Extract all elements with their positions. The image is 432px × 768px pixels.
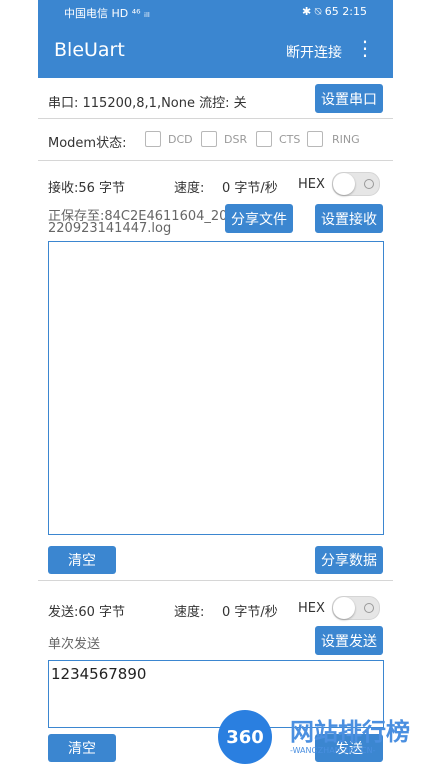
- cts-checkbox[interactable]: [256, 131, 272, 147]
- dcd-checkbox[interactable]: [145, 131, 161, 147]
- system-status: ✱ ⍉ 65 2:15: [301, 5, 367, 18]
- send-clear-button[interactable]: 清空: [48, 734, 116, 762]
- share-data-button[interactable]: 分享数据: [315, 546, 383, 574]
- toggle-off-icon: [364, 179, 374, 189]
- receive-count: 接收:56 字节: [48, 181, 126, 196]
- more-options-icon[interactable]: ⋮: [355, 38, 375, 58]
- set-serial-button[interactable]: 设置串口: [315, 84, 383, 113]
- disconnect-button[interactable]: 断开连接: [286, 42, 342, 62]
- watermark-url: -WANGZHAN 360.CN-: [290, 746, 376, 755]
- send-speed-value: 0 字节/秒: [222, 605, 278, 620]
- receive-speed-label: 速度:: [174, 181, 205, 196]
- app-screen: 中国电信 HD ⁴⁶ ᵢₗₗ ✱ ⍉ 65 2:15 BleUart 断开连接 …: [38, 0, 393, 768]
- ring-label: RING: [332, 133, 360, 146]
- save-path-line2: 220923141447.log: [48, 221, 172, 236]
- ring-checkbox[interactable]: [307, 131, 323, 147]
- receive-clear-button[interactable]: 清空: [48, 546, 116, 574]
- carrier-status: 中国电信 HD ⁴⁶ ᵢₗₗ: [64, 7, 150, 20]
- divider: [38, 160, 393, 161]
- dcd-label: DCD: [168, 133, 193, 146]
- watermark-text: 网站排行榜: [290, 718, 410, 746]
- send-input-value: 1234567890: [51, 665, 147, 683]
- receive-hex-label: HEX: [298, 177, 325, 192]
- share-file-button[interactable]: 分享文件: [225, 204, 293, 233]
- send-hex-toggle[interactable]: [332, 596, 380, 620]
- receive-settings-button[interactable]: 设置接收: [315, 204, 383, 233]
- dsr-checkbox[interactable]: [201, 131, 217, 147]
- send-mode-label: 单次发送: [48, 637, 101, 652]
- send-count: 发送:60 字节: [48, 605, 126, 620]
- watermark-logo: 360: [218, 710, 272, 764]
- divider: [38, 118, 393, 119]
- toggle-knob: [333, 173, 355, 195]
- divider: [38, 580, 393, 581]
- app-bar: BleUart 断开连接 ⋮: [38, 24, 393, 78]
- receive-data-area[interactable]: [48, 241, 384, 535]
- send-settings-button[interactable]: 设置发送: [315, 626, 383, 655]
- watermark: 360 网站排行榜 -WANGZHAN 360.CN-: [218, 708, 432, 768]
- modem-label: Modem状态:: [48, 136, 127, 151]
- toggle-off-icon: [364, 603, 374, 613]
- send-hex-label: HEX: [298, 601, 325, 616]
- app-title: BleUart: [54, 39, 125, 61]
- receive-hex-toggle[interactable]: [332, 172, 380, 196]
- send-speed-label: 速度:: [174, 605, 205, 620]
- toggle-knob: [333, 597, 355, 619]
- serial-info: 串口: 115200,8,1,None 流控: 关: [48, 96, 247, 111]
- status-bar: 中国电信 HD ⁴⁶ ᵢₗₗ ✱ ⍉ 65 2:15: [38, 0, 393, 24]
- receive-speed-value: 0 字节/秒: [222, 181, 278, 196]
- cts-label: CTS: [279, 133, 301, 146]
- dsr-label: DSR: [224, 133, 248, 146]
